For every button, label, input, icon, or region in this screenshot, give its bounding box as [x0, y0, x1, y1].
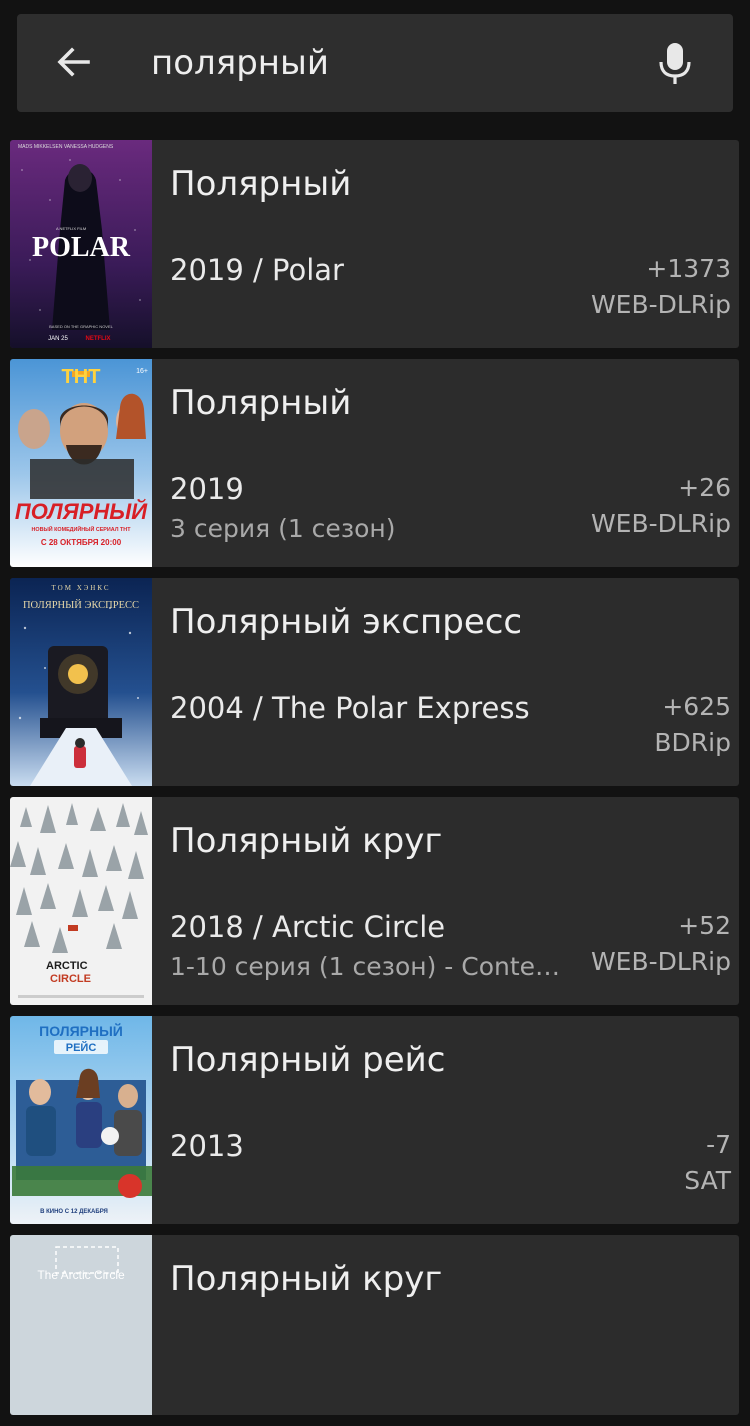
- seed-count: +26: [678, 473, 731, 502]
- poster-image: ARCTIC CIRCLE: [10, 797, 152, 1005]
- poster-date: В КИНО С 12 ДЕКАБРЯ: [40, 1209, 108, 1215]
- poster-image: MADS MIKKELSEN VANESSA HUDGENS A NETFLIX…: [10, 140, 152, 348]
- episode-info: 1-10 серия (1 сезон) - Contentino: [170, 952, 575, 981]
- poster-age: 16+: [136, 368, 148, 375]
- seed-count: +52: [678, 911, 731, 940]
- seed-count: +1373: [646, 254, 731, 283]
- quality-label: WEB-DLRip: [590, 947, 731, 976]
- result-title: Полярный рейс: [170, 1040, 446, 1080]
- search-input[interactable]: полярный: [151, 41, 329, 85]
- poster-image: ПОЛЯРНЫЙ РЕЙС В КИНО С 12 ДЕКАБРЯ: [10, 1016, 152, 1224]
- quality-label: WEB-DLRip: [590, 290, 731, 319]
- microphone-icon[interactable]: [658, 41, 692, 85]
- quality-label: WEB-DLRip: [590, 509, 731, 538]
- results-list: MADS MIKKELSEN VANESSA HUDGENS A NETFLIX…: [10, 140, 739, 1426]
- result-title: Полярный круг: [170, 1259, 443, 1299]
- poster-image: ТНТ 16+ ПОЛЯРНЫЙ НОВЫЙ КОМЕДИЙНЫЙ СЕРИАЛ…: [10, 359, 152, 567]
- result-title: Полярный: [170, 383, 352, 423]
- poster-image: The Arctic Circle: [10, 1235, 152, 1415]
- result-card[interactable]: ТНТ 16+ ПОЛЯРНЫЙ НОВЫЙ КОМЕДИЙНЫЙ СЕРИАЛ…: [10, 359, 739, 567]
- poster-logo-line2: CIRCLE: [50, 973, 91, 985]
- poster-image: ТОМ ХЭНКС ПОЛЯРНЫЙ ЭКСПРЕСС: [10, 578, 152, 786]
- quality-label: SAT: [684, 1166, 731, 1195]
- poster-logo-line1: ПОЛЯРНЫЙ: [39, 1022, 123, 1039]
- poster-credits: MADS MIKKELSEN VANESSA HUDGENS: [18, 144, 114, 150]
- seed-count: -7: [706, 1130, 731, 1159]
- result-title: Полярный: [170, 164, 352, 204]
- result-card[interactable]: ПОЛЯРНЫЙ РЕЙС В КИНО С 12 ДЕКАБРЯ Полярн…: [10, 1016, 739, 1224]
- result-title: Полярный круг: [170, 821, 443, 861]
- poster-logo-line1: ARCTIC: [46, 960, 88, 972]
- poster-logo: ПОЛЯРНЫЙ ЭКСПРЕСС: [23, 599, 139, 611]
- seed-count: +625: [662, 692, 731, 721]
- result-card[interactable]: The Arctic Circle Полярный круг: [10, 1235, 739, 1415]
- episode-info: 3 серия (1 сезон): [170, 514, 396, 543]
- result-year-title: 2013: [170, 1129, 244, 1163]
- search-bar: полярный: [17, 14, 733, 112]
- poster-channel: ТНТ: [62, 366, 101, 388]
- poster-date: JAN 25: [48, 336, 68, 342]
- result-card[interactable]: MADS MIKKELSEN VANESSA HUDGENS A NETFLIX…: [10, 140, 739, 348]
- result-title: Полярный экспресс: [170, 602, 523, 642]
- poster-logo: POLAR: [32, 232, 131, 263]
- poster-brand: NETFLIX: [86, 336, 111, 342]
- poster-tagline: BASED ON THE GRAPHIC NOVEL: [49, 324, 113, 329]
- result-year-title: 2018 / Arctic Circle: [170, 910, 446, 944]
- result-card[interactable]: ТОМ ХЭНКС ПОЛЯРНЫЙ ЭКСПРЕСС Полярный экс…: [10, 578, 739, 786]
- poster-tagline: НОВЫЙ КОМЕДИЙНЫЙ СЕРИАЛ ТНТ: [31, 525, 131, 533]
- result-year-title: 2004 / The Polar Express: [170, 691, 530, 725]
- result-year-title: 2019 / Polar: [170, 253, 344, 287]
- back-arrow-icon[interactable]: [55, 44, 91, 80]
- poster-film-by: A NETFLIX FILM: [56, 226, 86, 231]
- poster-logo: ПОЛЯРНЫЙ: [15, 498, 148, 524]
- result-card[interactable]: ARCTIC CIRCLE Полярный круг 2018 / Arcti…: [10, 797, 739, 1005]
- quality-label: BDRip: [654, 728, 731, 757]
- poster-date: С 28 ОКТЯБРЯ 20:00: [41, 538, 122, 547]
- poster-logo-line2: РЕЙС: [66, 1041, 97, 1054]
- result-year-title: 2019: [170, 472, 244, 506]
- poster-credits: ТОМ ХЭНКС: [51, 584, 110, 592]
